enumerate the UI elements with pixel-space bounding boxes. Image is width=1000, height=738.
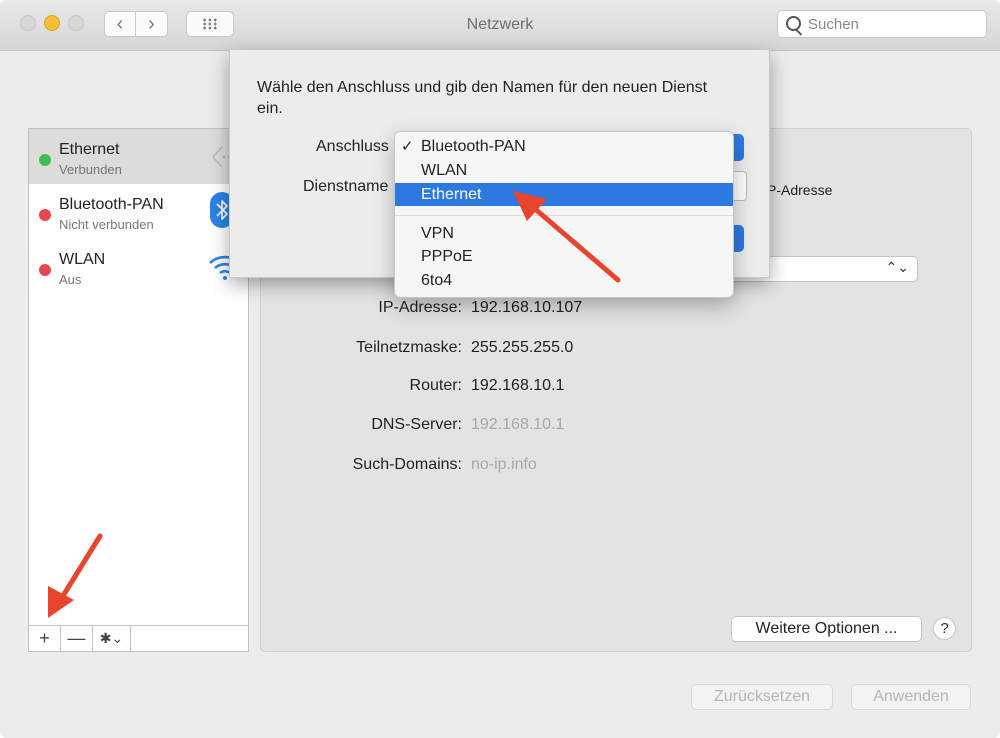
service-name-input-stub[interactable] bbox=[733, 171, 747, 201]
menu-item-label: WLAN bbox=[421, 162, 468, 179]
action-menu-button[interactable]: ✱⌄ bbox=[93, 626, 131, 651]
service-name: WLAN bbox=[59, 251, 106, 268]
router-label: Router: bbox=[409, 377, 462, 394]
service-status: Aus bbox=[59, 272, 82, 287]
sheet-prompt: Wähle den Anschluss und gib den Namen fü… bbox=[257, 79, 708, 117]
apply-button[interactable]: Anwenden bbox=[851, 684, 971, 710]
service-item-bluetooth-pan[interactable]: Bluetooth-PAN Nicht verbunden bbox=[29, 184, 248, 239]
status-dot-green bbox=[39, 154, 51, 166]
service-list-toolbar: + — ✱⌄ bbox=[28, 626, 249, 652]
service-name: Ethernet bbox=[59, 141, 120, 158]
search-domains-label: Such-Domains: bbox=[352, 456, 462, 473]
interface-label: Anschluss bbox=[316, 138, 389, 155]
menu-item-bluetooth-pan[interactable]: ✓ Bluetooth-PAN bbox=[395, 135, 733, 158]
gear-icon: ✱⌄ bbox=[99, 630, 124, 646]
service-status: Verbunden bbox=[59, 162, 122, 177]
search-field[interactable] bbox=[777, 10, 987, 38]
dns-server-label: DNS-Server: bbox=[371, 416, 462, 433]
search-domains-value: no-ip.info bbox=[471, 456, 537, 473]
menu-item-label: PPPoE bbox=[421, 248, 473, 265]
service-item-wlan[interactable]: WLAN Aus bbox=[29, 239, 248, 294]
checkmark-icon: ✓ bbox=[401, 138, 414, 155]
router-value: 192.168.10.1 bbox=[471, 377, 565, 394]
service-name: Bluetooth-PAN bbox=[59, 196, 164, 213]
subnet-mask-value: 255.255.255.0 bbox=[471, 339, 574, 356]
reset-button[interactable]: Zurücksetzen bbox=[691, 684, 833, 710]
service-name-label: Dienstname bbox=[303, 178, 389, 195]
plus-icon: + bbox=[39, 628, 50, 648]
help-button[interactable]: ? bbox=[933, 617, 956, 640]
ip-address-partial-label: P-Adresse bbox=[767, 182, 833, 198]
dns-server-value: 192.168.10.1 bbox=[471, 416, 565, 433]
ip-address-label: IP-Adresse: bbox=[378, 299, 462, 316]
menu-item-wlan[interactable]: WLAN bbox=[395, 159, 733, 182]
menu-item-label: Ethernet bbox=[421, 186, 482, 203]
service-item-ethernet[interactable]: Ethernet Verbunden bbox=[29, 129, 248, 184]
search-input[interactable] bbox=[808, 14, 978, 34]
annotation-arrow-add bbox=[48, 533, 103, 618]
ip-address-value: 192.168.10.107 bbox=[471, 299, 583, 316]
add-service-button[interactable]: + bbox=[29, 626, 61, 651]
menu-item-label: VPN bbox=[421, 225, 454, 242]
minus-icon: — bbox=[67, 628, 86, 648]
annotation-arrow-ethernet bbox=[513, 191, 621, 283]
menu-item-label: 6to4 bbox=[421, 272, 453, 289]
title-bar: ‹ › Netzwerk bbox=[0, 0, 1000, 51]
service-status: Nicht verbunden bbox=[59, 217, 154, 232]
network-preferences-window: ‹ › Netzwerk Ethernet Verbunden Bluetoot… bbox=[0, 0, 1000, 738]
subnet-mask-label: Teilnetzmaske: bbox=[356, 339, 462, 356]
status-dot-red bbox=[39, 264, 51, 276]
search-icon bbox=[786, 16, 801, 31]
remove-service-button[interactable]: — bbox=[61, 626, 93, 651]
chevron-updown-icon: ⌃⌄ bbox=[885, 259, 909, 275]
more-options-button[interactable]: Weitere Optionen ... bbox=[731, 616, 922, 642]
status-dot-red bbox=[39, 209, 51, 221]
menu-item-label: Bluetooth-PAN bbox=[421, 138, 526, 155]
